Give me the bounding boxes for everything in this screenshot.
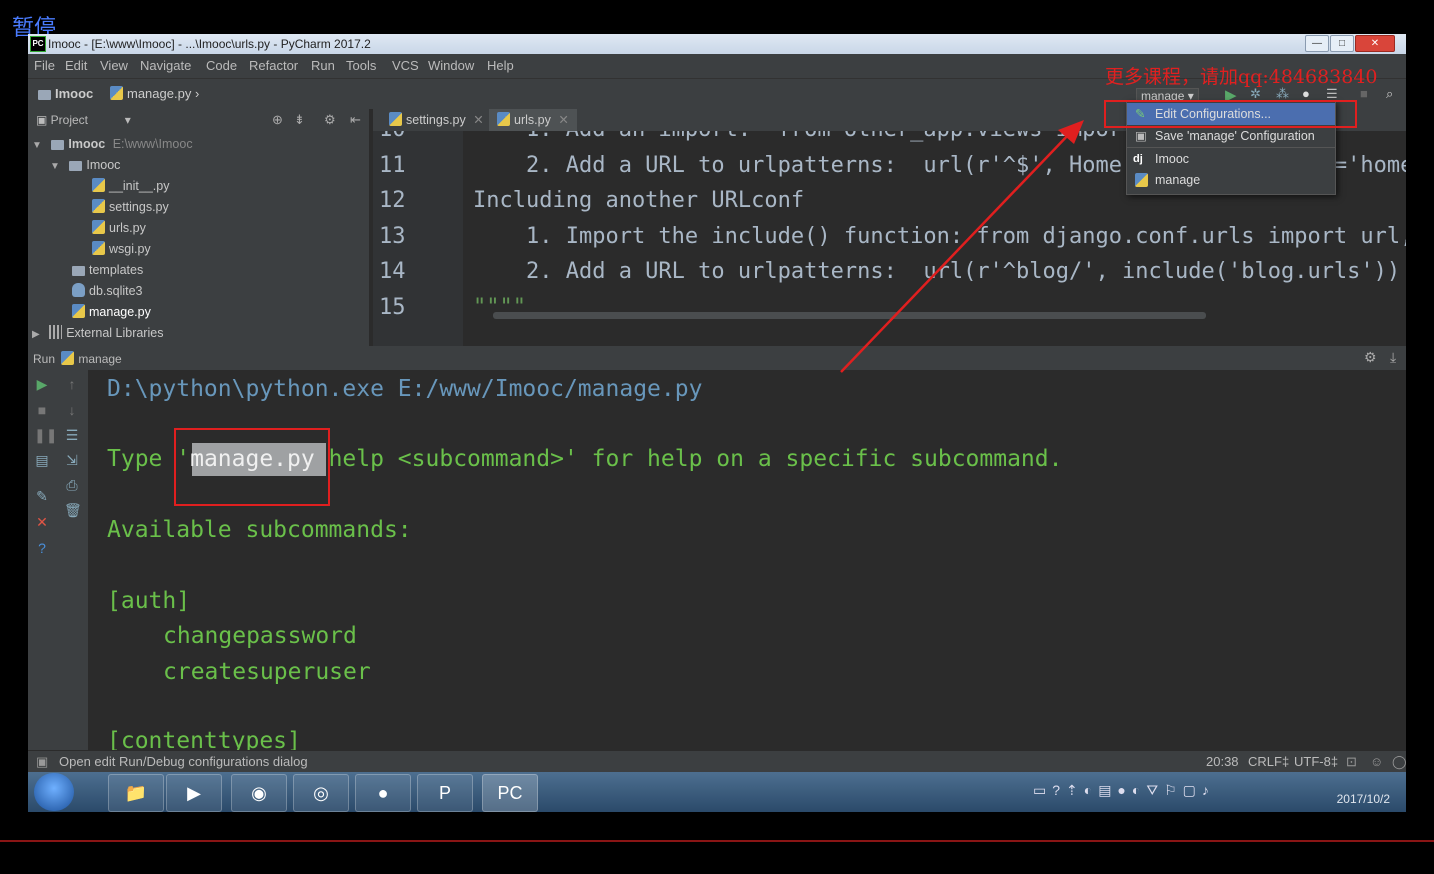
- recorder-icon[interactable]: ●: [355, 774, 411, 812]
- windows-taskbar: 📁 ▶ ◉ ◎ ● P PC ▭?⇡◐▤●◐⛛⚐▢♪ 2017/10/2: [28, 772, 1406, 812]
- clock-date: 2017/10/2: [1336, 792, 1390, 806]
- system-tray-icon[interactable]: ▭?⇡◐▤●◐⛛⚐▢♪: [1033, 782, 1215, 799]
- annotation-arrow: [840, 120, 1084, 373]
- chrome-icon[interactable]: ◉: [231, 774, 287, 812]
- pycharm-taskbar-icon[interactable]: PC: [482, 774, 538, 812]
- media-player-icon[interactable]: ▶: [166, 774, 222, 812]
- powerpoint-icon[interactable]: P: [417, 774, 473, 812]
- browser-icon[interactable]: ◎: [293, 774, 349, 812]
- start-button[interactable]: [34, 773, 74, 811]
- pycharm-window: PC Imooc - [E:\www\Imooc] - ...\Imooc\ur…: [28, 34, 1406, 772]
- file-explorer-icon[interactable]: 📁: [108, 774, 164, 812]
- progress-line: [0, 840, 1434, 842]
